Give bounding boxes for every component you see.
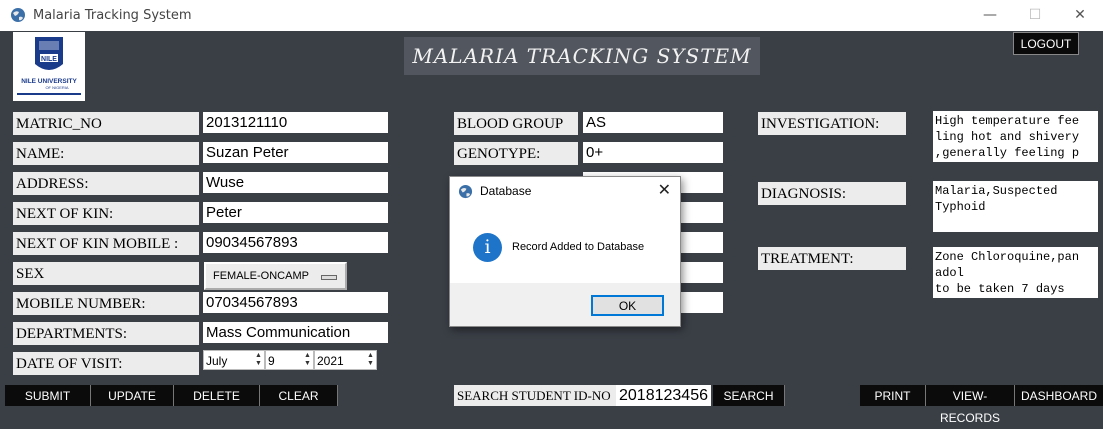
visit-year-value: 2021 xyxy=(317,354,344,368)
diagnosis-label: DIAGNOSIS: xyxy=(758,182,906,205)
visit-year-spinbox[interactable]: 2021 ▲ ▼ xyxy=(314,350,377,370)
app-banner-title: MALARIA TRACKING SYSTEM xyxy=(404,37,760,75)
spin-arrows-icon[interactable]: ▲ ▼ xyxy=(255,352,263,368)
info-icon: i xyxy=(473,233,502,262)
matric-label: MATRIC_NO xyxy=(13,112,199,135)
close-window-button[interactable]: ✕ xyxy=(1060,4,1100,26)
svg-text:NILE UNIVERSITY: NILE UNIVERSITY xyxy=(21,78,77,85)
next-of-kin-label: NEXT OF KIN: xyxy=(13,202,199,225)
diagnosis-textarea[interactable]: Malaria,Suspected Typhoid xyxy=(933,181,1098,232)
blood-group-field[interactable]: AS xyxy=(583,112,723,133)
dialog-footer: OK xyxy=(450,283,680,326)
ok-button[interactable]: OK xyxy=(591,295,664,316)
departments-label: DEPARTMENTS: xyxy=(13,322,199,345)
visit-day-spinbox[interactable]: 9 ▲ ▼ xyxy=(265,350,314,370)
update-button[interactable]: UPDATE xyxy=(91,385,174,406)
dialog-close-button[interactable]: ✕ xyxy=(658,180,671,199)
search-button[interactable]: SEARCH xyxy=(713,385,785,406)
genotype-field[interactable]: 0+ xyxy=(583,142,723,163)
investigation-textarea[interactable]: High temperature fee ling hot and shiver… xyxy=(933,111,1098,162)
address-label: ADDRESS: xyxy=(13,172,199,195)
sex-label: SEX xyxy=(13,262,199,285)
print-button[interactable]: PRINT xyxy=(860,385,926,406)
search-student-label: SEARCH STUDENT ID-NO xyxy=(454,385,616,406)
clear-button[interactable]: CLEAR xyxy=(260,385,338,406)
logout-button[interactable]: LOGOUT xyxy=(1013,32,1079,55)
genotype-label: GENOTYPE: xyxy=(454,142,578,165)
window-title: Malaria Tracking System xyxy=(33,8,192,23)
university-logo: NILE NILE UNIVERSITY OF NIGERIA xyxy=(13,32,85,101)
date-of-visit-label: DATE OF VISIT: xyxy=(13,352,199,375)
delete-button[interactable]: DELETE xyxy=(174,385,260,406)
app-globe-icon xyxy=(11,8,25,22)
university-crest-icon: NILE NILE UNIVERSITY OF NIGERIA xyxy=(17,37,81,95)
sex-option-value: FEMALE-ONCAMP xyxy=(213,270,309,282)
database-message-dialog: Database ✕ i Record Added to Database OK xyxy=(449,176,681,327)
dialog-title: Database xyxy=(480,184,532,198)
address-field[interactable]: Wuse xyxy=(203,172,388,193)
visit-day-value: 9 xyxy=(268,354,275,368)
name-field[interactable]: Suzan Peter xyxy=(203,142,388,163)
mobile-number-label: MOBILE NUMBER: xyxy=(13,292,199,315)
view-records-button[interactable]: VIEW-RECORDS xyxy=(926,385,1015,425)
sex-option-menu[interactable]: FEMALE-ONCAMP xyxy=(204,262,347,290)
visit-month-value: July xyxy=(206,354,228,368)
spin-arrows-icon[interactable]: ▲ ▼ xyxy=(367,352,375,368)
next-of-kin-mobile-label: NEXT OF KIN MOBILE : xyxy=(13,232,199,255)
dialog-globe-icon xyxy=(458,184,473,199)
dialog-message: Record Added to Database xyxy=(512,241,645,253)
investigation-label: INVESTIGATION: xyxy=(758,112,906,135)
name-label: NAME: xyxy=(13,142,199,165)
spin-arrows-icon[interactable]: ▲ ▼ xyxy=(304,352,312,368)
visit-month-spinbox[interactable]: July ▲ ▼ xyxy=(203,350,265,370)
window-titlebar: Malaria Tracking System — ☐ ✕ xyxy=(0,0,1103,31)
blood-group-label: BLOOD GROUP xyxy=(454,112,578,135)
svg-text:OF NIGERIA: OF NIGERIA xyxy=(45,85,68,90)
treatment-label: TREATMENT: xyxy=(758,247,906,270)
departments-field[interactable]: Mass Communication xyxy=(203,322,388,343)
next-of-kin-field[interactable]: Peter xyxy=(203,202,388,223)
mobile-number-field[interactable]: 07034567893 xyxy=(203,292,388,313)
option-menu-indicator-icon xyxy=(321,275,337,280)
search-student-field[interactable]: 2018123456 xyxy=(616,385,711,406)
next-of-kin-mobile-field[interactable]: 09034567893 xyxy=(203,232,388,253)
svg-text:NILE: NILE xyxy=(41,56,57,63)
submit-button[interactable]: SUBMIT xyxy=(5,385,91,406)
maximize-button[interactable]: ☐ xyxy=(1015,4,1055,26)
treatment-textarea[interactable]: Zone Chloroquine,pan adol to be taken 7 … xyxy=(933,247,1098,298)
dashboard-button[interactable]: DASHBOARD xyxy=(1015,385,1103,406)
matric-field[interactable]: 2013121110 xyxy=(203,112,388,133)
minimize-button[interactable]: — xyxy=(970,4,1010,26)
